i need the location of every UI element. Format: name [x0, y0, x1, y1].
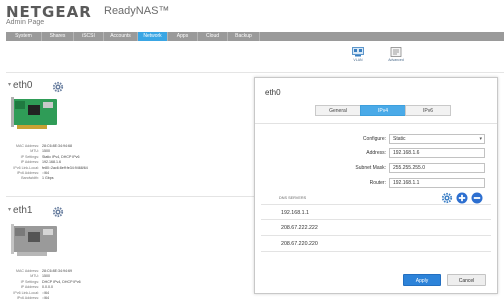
address-row: Address: 192.168.1.6 [341, 148, 489, 158]
add-icon[interactable] [456, 192, 468, 204]
cancel-button[interactable]: Cancel [447, 274, 486, 286]
page-subtitle: Admin Page [6, 19, 45, 26]
dns-servers-label: DNS SERVERS [279, 196, 307, 200]
dns-server-item[interactable]: 208.67.220.220 [261, 236, 491, 252]
dns-actions [441, 192, 483, 204]
dns-server-list: 192.168.1.1 208.67.222.222 208.67.220.22… [261, 204, 491, 252]
dns-server-item[interactable]: 192.168.1.1 [261, 204, 491, 220]
readynas-admin-page: NETGEAR ReadyNAS™ Admin Page System Shar… [0, 0, 504, 306]
tab-general[interactable]: General [315, 105, 361, 116]
remove-icon[interactable] [471, 192, 483, 204]
advanced-label: Advanced [388, 58, 404, 62]
nav-item-apps[interactable]: Apps [168, 32, 198, 41]
interface-title-eth0[interactable]: ▾ eth0 [8, 80, 32, 91]
nav-item-backup[interactable]: Backup [228, 32, 260, 41]
subnet-mask-input[interactable]: 255.255.255.0 [389, 163, 485, 173]
configure-label: Configure: [362, 136, 386, 142]
tab-ipv6[interactable]: IPv6 [405, 105, 451, 116]
advanced-icon [390, 47, 402, 57]
interface-name: eth0 [13, 80, 33, 91]
dialog-title: eth0 [265, 88, 281, 97]
subnet-mask-label: Subnet Mask: [355, 165, 386, 171]
info-row: Bandwidth: 1 Gbps [21, 176, 54, 181]
nav-item-iscsi[interactable]: iSCSI [74, 32, 104, 41]
router-label: Router: [369, 180, 386, 186]
interface-title-eth1[interactable]: ▾ eth1 [8, 205, 32, 216]
vlan-button[interactable]: VLAN [345, 47, 371, 62]
configure-select[interactable]: Static ▾ [389, 134, 485, 144]
tab-ipv4[interactable]: IPv4 [360, 105, 406, 116]
interface-info-eth0: MAC Address: 28:C6:8E:34:94:68 MTU: 1500 I… [2, 144, 87, 182]
vlan-icon [352, 47, 364, 57]
dns-server-item[interactable]: 208.67.222.222 [261, 220, 491, 236]
dialog-divider [255, 123, 497, 124]
nav-item-network[interactable]: Network [138, 32, 168, 41]
dialog-tabs: General IPv4 IPv6 [315, 105, 451, 116]
divider [6, 72, 504, 73]
address-label: Address: [366, 150, 386, 156]
network-card-image [11, 224, 57, 256]
router-input[interactable]: 192.168.1.1 [389, 178, 485, 188]
gear-icon[interactable] [52, 206, 64, 218]
nav-item-accounts[interactable]: Accounts [104, 32, 138, 41]
gear-icon[interactable] [441, 192, 453, 204]
advanced-button[interactable]: Advanced [383, 47, 409, 62]
main-nav: System Shares iSCSI Accounts Network App… [6, 32, 504, 41]
configure-row: Configure: Static ▾ [341, 134, 489, 144]
nav-item-system[interactable]: System [6, 32, 42, 41]
address-input[interactable]: 192.168.1.6 [389, 148, 485, 158]
apply-button[interactable]: Apply [403, 274, 441, 286]
gear-icon[interactable] [52, 81, 64, 93]
nav-item-shares[interactable]: Shares [42, 32, 74, 41]
router-row: Router: 192.168.1.1 [341, 178, 489, 188]
interface-divider [6, 196, 254, 197]
collapse-caret-icon: ▾ [8, 82, 12, 88]
interface-info-eth1: MAC Address: 28:C6:8E:34:94:69 MTU: 1500 I… [2, 269, 80, 301]
product-name: ReadyNAS™ [104, 5, 170, 17]
interface-settings-dialog: eth0 General IPv4 IPv6 Configure: Static… [254, 77, 498, 294]
subnet-mask-row: Subnet Mask: 255.255.255.0 [341, 163, 489, 173]
nav-item-cloud[interactable]: Cloud [198, 32, 228, 41]
interface-name: eth1 [13, 205, 33, 216]
configure-value: Static [393, 136, 406, 142]
vlan-label: VLAN [353, 58, 363, 62]
network-card-image [11, 97, 57, 129]
collapse-caret-icon: ▾ [8, 207, 12, 213]
chevron-down-icon: ▾ [479, 136, 482, 142]
info-row: IPv6 Address:::/64 [16, 296, 49, 301]
